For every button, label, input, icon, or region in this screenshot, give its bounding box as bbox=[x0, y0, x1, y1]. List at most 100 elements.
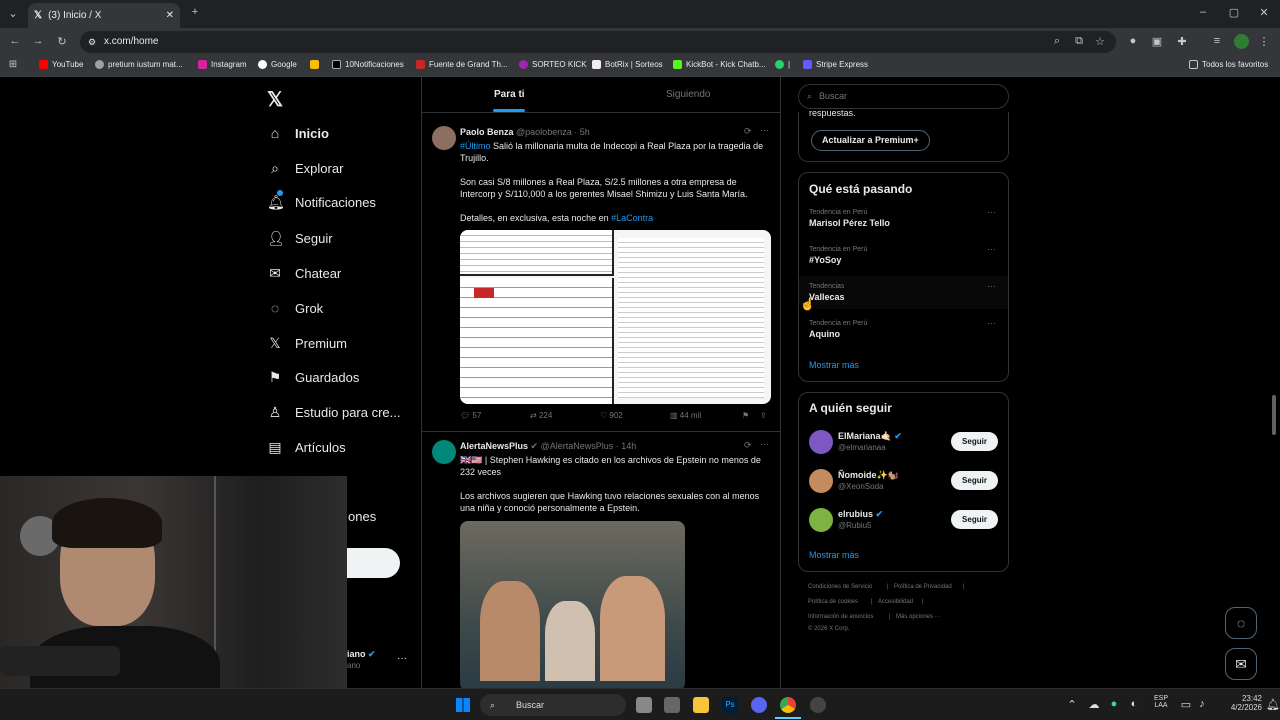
photoshop-icon[interactable]: Ps bbox=[722, 697, 738, 713]
bookmark-instagram[interactable]: Instagram bbox=[198, 60, 247, 69]
profile-more-icon[interactable]: ··· bbox=[397, 653, 407, 664]
volume-icon[interactable]: ♪ bbox=[1196, 698, 1208, 710]
new-tab-icon[interactable]: + bbox=[188, 6, 202, 18]
bookmark-whatsapp[interactable]: | bbox=[775, 60, 790, 69]
tweet-author[interactable]: AlertaNewsPlus ✔ @AlertaNewsPlus · 14h bbox=[460, 441, 636, 452]
nav-item-seguir[interactable]: 👤︎ Seguir bbox=[267, 230, 333, 247]
maximize-icon[interactable]: ▢ bbox=[1227, 6, 1241, 19]
tweet-document-image[interactable] bbox=[460, 230, 771, 404]
tweet-photo[interactable] bbox=[460, 521, 685, 688]
clock[interactable]: 23:42 4/2/2026 bbox=[1222, 694, 1262, 712]
views-button[interactable]: ▥ 44 mil bbox=[670, 411, 701, 420]
media-icon[interactable]: ≡ bbox=[1210, 35, 1224, 47]
network-icon[interactable]: ▭ bbox=[1180, 698, 1192, 711]
address-bar[interactable]: ⚙ x.com/home bbox=[80, 31, 1116, 53]
grok-icon[interactable]: ⟳ bbox=[744, 440, 752, 451]
follow-button[interactable]: Seguir bbox=[951, 432, 998, 451]
search-input[interactable]: ⌕ Buscar bbox=[798, 84, 1009, 109]
menu-kebab-icon[interactable]: ⋮ bbox=[1257, 35, 1271, 48]
trend-more-icon[interactable]: ··· bbox=[987, 207, 996, 217]
windows-start-icon[interactable] bbox=[456, 698, 470, 712]
premium-upgrade-button[interactable]: Actualizar a Premium+ bbox=[811, 130, 930, 151]
bookmark-icon[interactable]: ⚑ bbox=[742, 411, 749, 420]
trends-show-more[interactable]: Mostrar más bbox=[809, 360, 859, 370]
tray-app2-icon[interactable]: ● bbox=[1108, 698, 1120, 710]
install-icon[interactable]: ⧉ bbox=[1072, 35, 1086, 48]
trend-more-icon[interactable]: ··· bbox=[987, 281, 996, 291]
tweet[interactable]: Paolo Benza @paolobenza · 5h ⟳ ··· #Últi… bbox=[422, 114, 780, 432]
bookmark-botrix[interactable]: BotRix | Sorteos bbox=[592, 60, 663, 69]
chrome-icon[interactable] bbox=[780, 697, 796, 713]
x-logo-icon[interactable]: 𝕏 bbox=[267, 87, 283, 112]
bookmark-pinwheel[interactable] bbox=[310, 60, 323, 69]
footer-link[interactable]: Política de cookies bbox=[808, 599, 858, 605]
follow-button[interactable]: Seguir bbox=[951, 471, 998, 490]
trend-more-icon[interactable]: ··· bbox=[987, 244, 996, 254]
grok-icon[interactable]: ⟳ bbox=[744, 126, 752, 137]
footer-link[interactable]: Condiciones de Servicio bbox=[808, 584, 872, 590]
tray-app-icon[interactable]: ☁ bbox=[1088, 698, 1100, 711]
trend-item[interactable]: Tendencia en Perú #YoSoy bbox=[809, 246, 867, 265]
bookmark-kickbot[interactable]: KickBot - Kick Chatb... bbox=[673, 60, 766, 69]
trend-more-icon[interactable]: ··· bbox=[987, 318, 996, 328]
footer-link[interactable]: Información de anuncios bbox=[808, 614, 873, 620]
trend-item[interactable]: Tendencia en Perú Marisol Pérez Tello bbox=[809, 209, 890, 228]
tray-app3-icon[interactable]: ◐ bbox=[1128, 698, 1140, 710]
nav-item-inicio[interactable]: ⌂ Inicio bbox=[267, 125, 329, 141]
nav-item-articulos[interactable]: ▤ Artículos bbox=[267, 439, 345, 456]
follow-item[interactable]: ElMariana🤙🏻 ✔ @elmarianaa Seguir bbox=[809, 428, 999, 456]
share-icon[interactable]: ⇪ bbox=[760, 411, 767, 420]
tab-para-ti[interactable]: Para ti bbox=[494, 89, 525, 100]
extension2-icon[interactable]: ▣ bbox=[1150, 35, 1164, 48]
tweet-author[interactable]: Paolo Benza @paolobenza · 5h bbox=[460, 127, 590, 137]
zoom-icon[interactable]: ⌕ bbox=[1050, 35, 1064, 48]
task-view-icon[interactable] bbox=[636, 697, 652, 713]
tab-siguiendo[interactable]: Siguiendo bbox=[666, 89, 710, 100]
discord-icon[interactable] bbox=[751, 697, 767, 713]
nav-item-explorar[interactable]: ⌕ Explorar bbox=[267, 160, 343, 177]
minimize-icon[interactable]: – bbox=[1196, 6, 1210, 18]
avatar[interactable] bbox=[432, 126, 456, 150]
tab-list-icon[interactable]: ⌄ bbox=[6, 7, 20, 20]
tab-close-icon[interactable]: ✕ bbox=[166, 10, 174, 21]
tweet[interactable]: AlertaNewsPlus ✔ @AlertaNewsPlus · 14h ⟳… bbox=[422, 433, 780, 688]
app-icon[interactable] bbox=[664, 697, 680, 713]
apps-grid-icon[interactable]: ⊞ bbox=[6, 59, 20, 70]
nav-item-notificaciones[interactable]: 🔔︎ Notificaciones bbox=[267, 190, 376, 211]
bookmark-sorteo-kick[interactable]: SORTEO KICK bbox=[519, 60, 587, 69]
extension-icon[interactable]: ● bbox=[1126, 35, 1140, 47]
file-explorer-icon[interactable] bbox=[693, 697, 709, 713]
footer-link[interactable]: Política de Privacidad bbox=[894, 584, 952, 590]
follow-button[interactable]: Seguir bbox=[951, 510, 998, 529]
reload-icon[interactable]: ↻ bbox=[55, 35, 69, 48]
bookmark-star-icon[interactable]: ☆ bbox=[1093, 35, 1107, 48]
repost-button[interactable]: ⇄ 224 bbox=[530, 411, 552, 420]
site-info-icon[interactable]: ⚙ bbox=[88, 31, 96, 53]
footer-link[interactable]: Más opciones ··· bbox=[896, 614, 941, 620]
nav-item-estudio[interactable]: ♙ Estudio para cre... bbox=[267, 404, 401, 421]
follow-item[interactable]: elrubius ✔ @Rubiu5 Seguir bbox=[809, 506, 999, 534]
browser-tab[interactable]: 𝕏 (3) Inicio / X ✕ bbox=[28, 3, 180, 28]
bookmark-youtube[interactable]: YouTube bbox=[39, 60, 83, 69]
like-button[interactable]: ♡ 902 bbox=[600, 411, 623, 420]
window-close-icon[interactable]: ✕ bbox=[1257, 6, 1271, 19]
reply-button[interactable]: 💬︎ 57 bbox=[460, 411, 481, 420]
more-icon[interactable]: ··· bbox=[760, 125, 769, 135]
nav-item-more-partial[interactable]: ones bbox=[348, 509, 376, 524]
avatar[interactable] bbox=[809, 508, 833, 532]
nav-item-chatear[interactable]: ✉ Chatear bbox=[267, 265, 341, 282]
bookmark-stripe[interactable]: Stripe Express bbox=[803, 60, 868, 69]
post-button[interactable] bbox=[340, 548, 400, 578]
forward-icon[interactable]: → bbox=[31, 35, 45, 47]
follow-show-more[interactable]: Mostrar más bbox=[809, 550, 859, 560]
messages-float-icon[interactable]: ✉ bbox=[1225, 648, 1257, 680]
grok-float-icon[interactable]: ◌ bbox=[1225, 607, 1257, 639]
trend-item[interactable]: Tendencia en Perú Aquino bbox=[809, 320, 867, 339]
extensions-puzzle-icon[interactable]: ✚ bbox=[1175, 35, 1189, 48]
tray-expand-icon[interactable]: ⌃ bbox=[1066, 698, 1078, 711]
bookmark-pretium[interactable]: pretium iustum mat... bbox=[95, 60, 183, 69]
bookmark-google[interactable]: Google bbox=[258, 60, 297, 69]
avatar[interactable] bbox=[809, 469, 833, 493]
bookmark-all-favorites[interactable]: Todos los favoritos bbox=[1189, 60, 1268, 69]
avatar[interactable] bbox=[809, 430, 833, 454]
